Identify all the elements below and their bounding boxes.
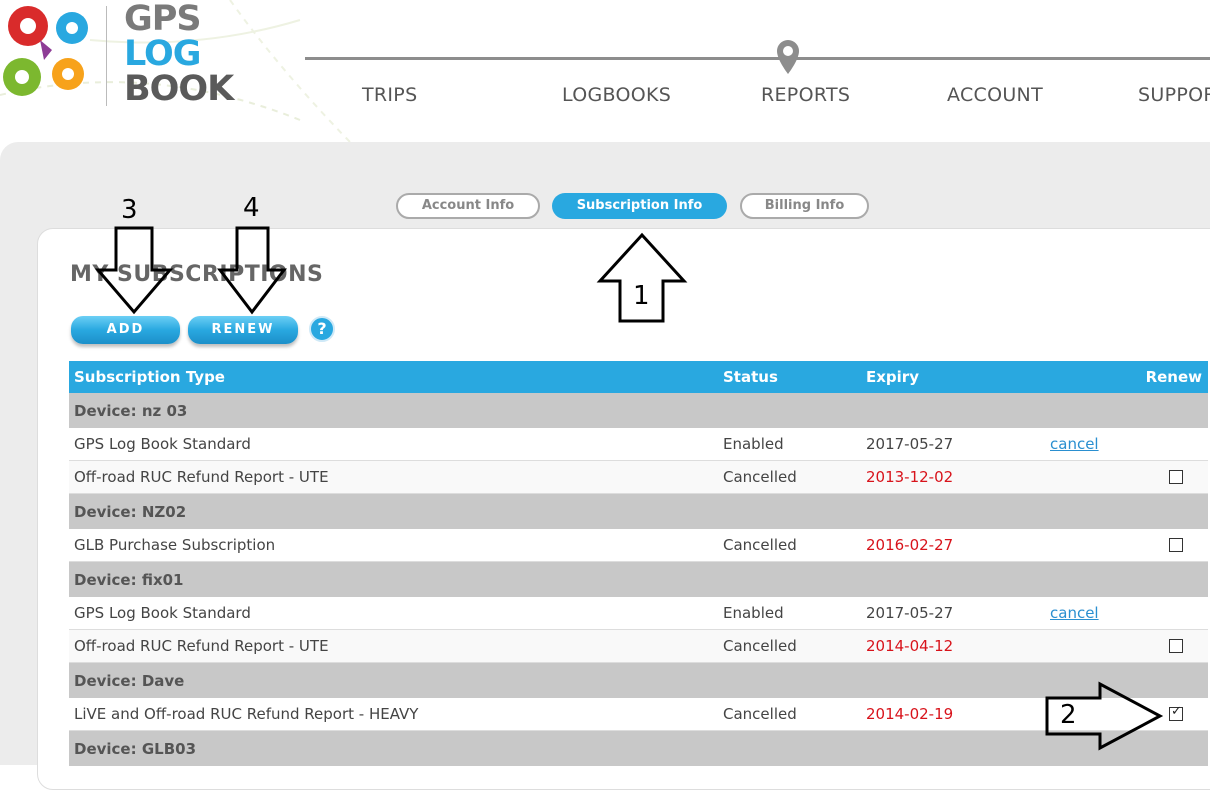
table-row: LiVE and Off-road RUC Refund Report - HE… xyxy=(69,698,1208,731)
logo-icon[interactable] xyxy=(0,0,106,106)
device-row: Device: nz 03 xyxy=(69,393,1208,428)
device-label: Device: nz 03 xyxy=(74,401,188,420)
device-label: Device: fix01 xyxy=(74,570,184,589)
logo-text-log: LOG xyxy=(124,34,202,74)
logo-divider xyxy=(106,6,107,106)
annotation-number-3: 3 xyxy=(121,195,138,225)
help-icon[interactable]: ? xyxy=(309,316,335,342)
subscription-type: Off-road RUC Refund Report - UTE xyxy=(74,637,329,655)
subscription-expiry: 2013-12-02 xyxy=(866,468,954,486)
renew-checkbox[interactable] xyxy=(1169,639,1183,653)
checkmark-icon: ✓ xyxy=(1171,704,1182,719)
table-row: GLB Purchase Subscription Cancelled 2016… xyxy=(69,529,1208,562)
subscription-expiry: 2014-04-12 xyxy=(866,637,954,655)
device-row: Device: fix01 xyxy=(69,562,1208,597)
subscription-type: GPS Log Book Standard xyxy=(74,604,251,622)
table-row: Off-road RUC Refund Report - UTE Cancell… xyxy=(69,461,1208,494)
nav-reports[interactable]: REPORTS xyxy=(761,84,850,106)
subscriptions-table: Subscription Type Status Expiry Renew De… xyxy=(69,361,1208,766)
annotation-number-4: 4 xyxy=(243,193,260,223)
subscription-status: Enabled xyxy=(723,435,784,453)
table-row: Off-road RUC Refund Report - UTE Cancell… xyxy=(69,630,1208,663)
subscription-expiry: 2017-05-27 xyxy=(866,604,954,622)
subscription-type: GPS Log Book Standard xyxy=(74,435,251,453)
device-label: Device: NZ02 xyxy=(74,502,187,521)
page-title: MY SUBSCRIPTIONS xyxy=(70,262,324,287)
cancel-link[interactable]: cancel xyxy=(1050,435,1099,453)
subscription-type: LiVE and Off-road RUC Refund Report - HE… xyxy=(74,705,419,723)
table-header: Subscription Type Status Expiry Renew xyxy=(69,361,1208,393)
header-status: Status xyxy=(723,368,778,386)
site-header: GPS LOG BOOK TRIPS LOGBOOKS REPORTS ACCO… xyxy=(0,0,1210,142)
nav-rule xyxy=(305,57,1210,60)
logo-text-book: BOOK xyxy=(124,69,234,109)
subscription-status: Cancelled xyxy=(723,536,797,554)
table-row: GPS Log Book Standard Enabled 2017-05-27… xyxy=(69,597,1208,630)
renew-button[interactable]: RENEW xyxy=(188,316,298,344)
nav-trips[interactable]: TRIPS xyxy=(362,84,417,106)
subscription-expiry: 2016-02-27 xyxy=(866,536,954,554)
add-button[interactable]: ADD xyxy=(71,316,180,344)
map-pin-icon xyxy=(777,40,799,74)
header-expiry: Expiry xyxy=(866,368,919,386)
renew-checkbox[interactable] xyxy=(1169,470,1183,484)
table-row: GPS Log Book Standard Enabled 2017-05-27… xyxy=(69,428,1208,461)
device-label: Device: Dave xyxy=(74,671,185,690)
header-renew: Renew xyxy=(1145,368,1202,386)
annotation-number-2: 2 xyxy=(1060,700,1077,730)
tab-account-info[interactable]: Account Info xyxy=(396,193,540,219)
logo-text-gps: GPS xyxy=(124,0,202,39)
tab-subscription-info[interactable]: Subscription Info xyxy=(552,193,727,219)
nav-logbooks[interactable]: LOGBOOKS xyxy=(562,84,671,106)
annotation-number-1: 1 xyxy=(633,281,650,311)
device-row: Device: GLB03 xyxy=(69,731,1208,766)
logo-wordmark[interactable]: GPS LOG BOOK xyxy=(124,0,234,109)
subscription-expiry: 2017-05-27 xyxy=(866,435,954,453)
subscription-type: GLB Purchase Subscription xyxy=(74,536,276,554)
renew-checkbox-checked[interactable]: ✓ xyxy=(1169,704,1183,721)
nav-account[interactable]: ACCOUNT xyxy=(947,84,1043,106)
subscription-status: Enabled xyxy=(723,604,784,622)
subscription-status: Cancelled xyxy=(723,637,797,655)
renew-checkbox[interactable] xyxy=(1169,538,1183,552)
cancel-link[interactable]: cancel xyxy=(1050,604,1099,622)
nav-support[interactable]: SUPPOR xyxy=(1138,84,1210,106)
subscription-expiry: 2014-02-19 xyxy=(866,705,954,723)
device-row: Device: Dave xyxy=(69,663,1208,698)
device-label: Device: GLB03 xyxy=(74,739,197,758)
header-subscription-type: Subscription Type xyxy=(74,368,225,386)
subscription-status: Cancelled xyxy=(723,468,797,486)
subscription-status: Cancelled xyxy=(723,705,797,723)
tab-billing-info[interactable]: Billing Info xyxy=(740,193,869,219)
subscription-type: Off-road RUC Refund Report - UTE xyxy=(74,468,329,486)
device-row: Device: NZ02 xyxy=(69,494,1208,529)
